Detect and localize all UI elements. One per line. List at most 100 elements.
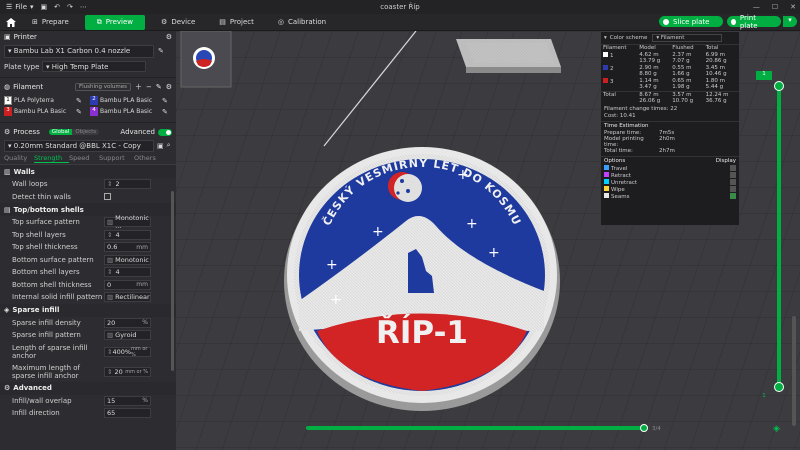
option-wipe: Wipe: [601, 185, 739, 193]
redo-icon[interactable]: ↷: [67, 3, 73, 11]
print-options-button[interactable]: ▾: [783, 16, 797, 27]
display-checkbox[interactable]: [730, 185, 736, 192]
advanced-toggle[interactable]: [158, 128, 172, 136]
printer-select[interactable]: ▾ Bambu Lab X1 Carbon 0.4 nozzle: [4, 44, 154, 58]
edit-icon[interactable]: ✎: [162, 108, 168, 116]
color-swatch: [604, 171, 609, 177]
edit-icon[interactable]: ✎: [158, 47, 164, 55]
file-menu[interactable]: ☰ File ▾ ▣ ↶ ↷ ⋯: [0, 3, 93, 11]
layer-slider-track[interactable]: [777, 86, 781, 386]
global-objects-toggle[interactable]: Global Objects: [48, 129, 100, 135]
subtab-others[interactable]: Others: [134, 154, 164, 163]
model-time-label: Model printing time:: [604, 135, 644, 148]
color-swatch: [603, 64, 608, 70]
param-select[interactable]: ▨ Gyroid: [104, 330, 151, 341]
param-input[interactable]: 65: [104, 408, 151, 419]
layer-slider-top-handle[interactable]: [774, 81, 784, 91]
layers-icon[interactable]: ◈: [773, 424, 780, 434]
color-swatch: [603, 77, 608, 83]
search-icon[interactable]: ⌕: [167, 141, 171, 150]
save-icon[interactable]: ▣: [157, 142, 164, 150]
filament-slot-1[interactable]: 1 PLA Polyterra ✎: [4, 96, 86, 105]
add-icon[interactable]: ＋: [135, 82, 142, 92]
minimize-icon[interactable]: —: [753, 3, 760, 11]
display-checkbox[interactable]: [730, 192, 736, 199]
param-input[interactable]: ⇕ 2: [104, 179, 151, 190]
total-flushed: 3.57 m 10.70 g: [672, 91, 694, 105]
window-title: coaster Říp: [380, 3, 420, 11]
param-select[interactable]: ▨ Monotonic ...: [104, 214, 151, 230]
slot-number: 4: [90, 107, 98, 116]
more-icon[interactable]: ⋯: [80, 3, 87, 11]
param-input[interactable]: 0.6 mm: [104, 242, 151, 253]
viewport-scrollbar[interactable]: [792, 316, 796, 426]
display-label: Display: [715, 157, 736, 164]
option-unretract: Unretract: [601, 178, 739, 186]
param-label: Top shell thickness: [12, 243, 78, 252]
gear-icon[interactable]: ⚙: [166, 33, 172, 41]
param-input[interactable]: ⇕ 20 mm or %: [104, 366, 151, 377]
layer-slider-bottom-handle[interactable]: [774, 382, 784, 392]
param-wall-loops: Wall loops ⇕ 2: [0, 178, 176, 191]
param-unit: mm or %: [125, 368, 148, 375]
color-scheme-select[interactable]: ▾ Filament: [652, 34, 723, 42]
subtab-strength[interactable]: Strength: [34, 154, 69, 163]
param-input[interactable]: ⇕ 4: [104, 229, 151, 240]
tab-device[interactable]: ⚙ Device: [149, 15, 207, 30]
slot-number: 3: [4, 107, 12, 116]
objects-option[interactable]: Objects: [72, 129, 100, 135]
tab-project[interactable]: ▤ Project: [207, 15, 266, 30]
maximize-icon[interactable]: ☐: [772, 3, 778, 11]
param-select[interactable]: ▨ Monotonic: [104, 254, 151, 265]
filament-id: 2: [610, 65, 614, 72]
subtab-support[interactable]: Support: [99, 154, 134, 163]
param-input[interactable]: ⇕ 4: [104, 267, 151, 278]
param-input[interactable]: 15%: [104, 395, 151, 406]
global-option[interactable]: Global: [48, 129, 73, 135]
panel-scrollbar[interactable]: [171, 191, 174, 371]
svg-text:+: +: [326, 257, 338, 273]
horizontal-slider-label: 3/4: [652, 426, 661, 432]
tab-preview[interactable]: ⧉ Preview: [84, 14, 146, 30]
slice-plate-button[interactable]: Slice plate: [659, 16, 723, 27]
stepper-icon: ⇕: [107, 180, 113, 189]
remove-icon[interactable]: −: [146, 83, 152, 91]
undo-icon[interactable]: ↶: [54, 3, 60, 11]
detect-thin-walls-checkbox[interactable]: [104, 193, 111, 201]
filament-slot-2[interactable]: 2 Bambu PLA Basic ✎: [90, 96, 172, 105]
save-icon[interactable]: ▣: [41, 3, 48, 11]
filament-slot-4[interactable]: 4 Bambu PLA Basic ✎: [90, 107, 172, 116]
tab-prepare[interactable]: ⊞ Prepare: [20, 15, 81, 30]
edit-icon[interactable]: ✎: [76, 97, 82, 105]
svg-text:+: +: [488, 245, 500, 261]
display-checkbox[interactable]: [730, 164, 736, 171]
subtab-speed[interactable]: Speed: [69, 154, 99, 163]
chevron-down-icon: ▾: [46, 62, 50, 71]
gear-icon[interactable]: ⚙: [166, 83, 172, 91]
tab-calibration[interactable]: ◎ Calibration: [266, 15, 338, 30]
display-checkbox[interactable]: [730, 171, 736, 178]
param-input[interactable]: 20%: [104, 317, 151, 328]
horizontal-slider-handle[interactable]: [640, 424, 648, 432]
param-select[interactable]: ▨ Rectilinear: [104, 292, 151, 303]
subtab-quality[interactable]: Quality: [4, 154, 34, 163]
filament-slot-3[interactable]: 3 Bambu PLA Basic ✎: [4, 107, 86, 116]
close-icon[interactable]: ✕: [790, 3, 796, 11]
display-checkbox[interactable]: [730, 178, 736, 185]
stepper-icon: ⇕: [107, 230, 113, 239]
home-icon[interactable]: [2, 15, 20, 30]
flushing-volumes-button[interactable]: Flushing volumes: [74, 83, 131, 91]
collapse-icon[interactable]: ▾: [604, 35, 607, 41]
horizontal-move-slider[interactable]: [306, 426, 642, 430]
plate-type-select[interactable]: ▾ High Temp Plate: [42, 61, 146, 72]
process-profile-select[interactable]: ▾ 0.20mm Standard @BBL X1C - Copy: [4, 139, 154, 152]
param-input[interactable]: ⇕400% mm or %: [104, 346, 151, 358]
edit-icon[interactable]: ✎: [156, 83, 162, 91]
edit-icon[interactable]: ✎: [162, 97, 168, 105]
edit-icon[interactable]: ✎: [76, 108, 82, 116]
param-label: Length of sparse infill anchor: [12, 343, 88, 360]
filament-change-times: Filament change times: 22: [604, 105, 678, 112]
param-input[interactable]: 0 mm: [104, 279, 151, 290]
print-plate-button[interactable]: Print plate: [727, 14, 781, 30]
param-label: Infill direction: [12, 409, 60, 418]
